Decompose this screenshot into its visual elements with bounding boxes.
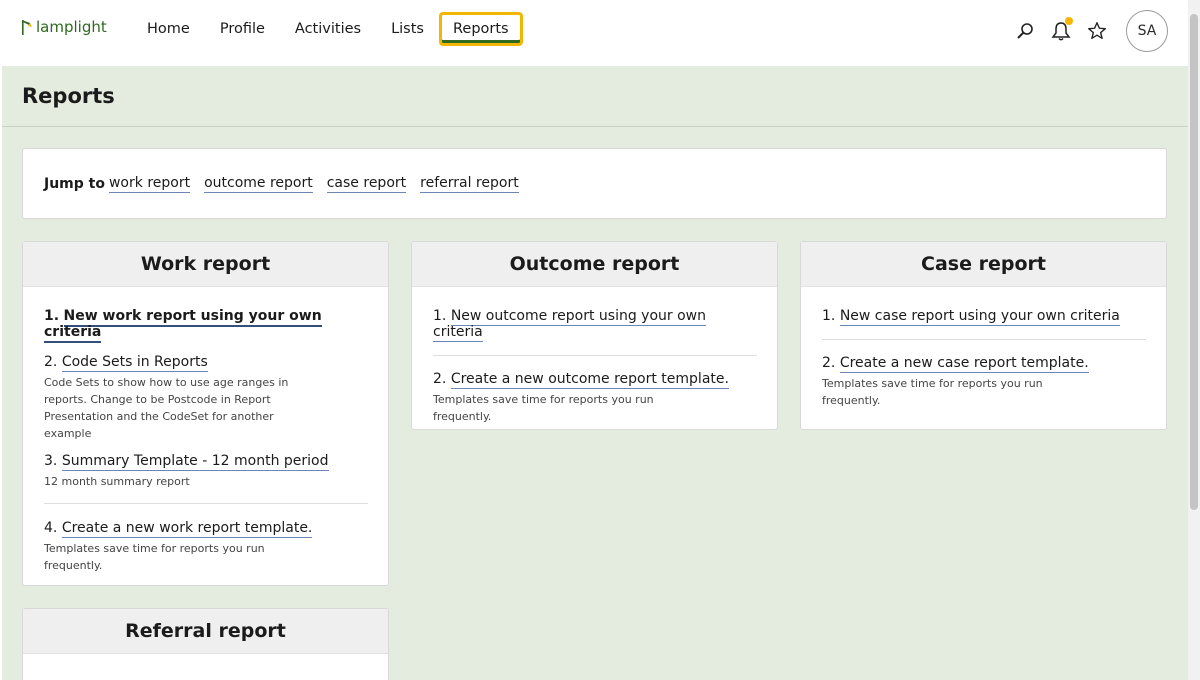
outcome-report-card: Outcome report 1. New outcome report usi… bbox=[411, 241, 778, 430]
create-case-template-link[interactable]: Create a new case report template. bbox=[839, 355, 1089, 373]
referral-report-title: Referral report bbox=[23, 609, 388, 654]
list-item: 2. Create a new outcome report template. bbox=[433, 371, 729, 389]
case-report-card: Case report 1. New case report using you… bbox=[800, 241, 1167, 430]
jump-link-case-report[interactable]: case report bbox=[326, 175, 407, 193]
case-template-description: Templates save time for reports you run … bbox=[822, 377, 1043, 407]
page-title: Reports bbox=[22, 84, 115, 108]
new-outcome-report-link[interactable]: New outcome report using your own criter… bbox=[433, 308, 706, 342]
jump-to-box: Jump to work report outcome report case … bbox=[22, 148, 1167, 219]
divider bbox=[433, 355, 757, 356]
jump-link-work-report[interactable]: work report bbox=[108, 175, 191, 193]
summary-template-description: 12 month summary report bbox=[44, 475, 190, 488]
new-work-report-link[interactable]: New work report using your own criteria bbox=[44, 308, 322, 343]
lamp-icon bbox=[22, 20, 32, 35]
list-item: 1. New case report using your own criter… bbox=[822, 308, 1120, 326]
nav-profile[interactable]: Profile bbox=[205, 12, 280, 46]
notification-dot bbox=[1065, 17, 1073, 25]
search-icon[interactable] bbox=[1014, 20, 1036, 42]
divider bbox=[44, 503, 368, 504]
outcome-report-title: Outcome report bbox=[412, 242, 777, 287]
code-sets-link[interactable]: Code Sets in Reports bbox=[61, 354, 208, 372]
list-item: 3. Summary Template - 12 month period bbox=[44, 453, 329, 471]
referral-report-card: Referral report bbox=[22, 608, 389, 680]
work-report-card: Work report 1. New work report using you… bbox=[22, 241, 389, 586]
main-content: Reports Jump to work report outcome repo… bbox=[2, 66, 1188, 680]
logo-text: lamplight bbox=[36, 18, 107, 36]
code-sets-description: Code Sets to show how to use age ranges … bbox=[44, 376, 289, 440]
list-item: 2. Code Sets in Reports bbox=[44, 354, 208, 372]
bell-icon[interactable] bbox=[1050, 17, 1073, 42]
list-item: 1. New outcome report using your own cri… bbox=[433, 308, 706, 342]
nav-home[interactable]: Home bbox=[132, 12, 205, 46]
user-avatar[interactable]: SA bbox=[1126, 10, 1168, 52]
main-nav: Home Profile Activities Lists Reports bbox=[132, 12, 523, 46]
case-report-title: Case report bbox=[801, 242, 1166, 287]
list-item: 1. New work report using your own criter… bbox=[44, 308, 368, 343]
jump-link-referral-report[interactable]: referral report bbox=[420, 175, 519, 193]
new-case-report-link[interactable]: New case report using your own criteria bbox=[839, 308, 1120, 326]
star-icon[interactable] bbox=[1086, 20, 1108, 42]
header-actions: SA bbox=[1014, 10, 1168, 52]
list-item: 4. Create a new work report template. bbox=[44, 520, 313, 538]
create-outcome-template-link[interactable]: Create a new outcome report template. bbox=[450, 371, 729, 389]
page-scrollbar[interactable] bbox=[1188, 0, 1200, 680]
nav-lists[interactable]: Lists bbox=[376, 12, 439, 46]
nav-activities[interactable]: Activities bbox=[280, 12, 376, 46]
lamplight-logo[interactable]: lamplight bbox=[20, 14, 107, 40]
top-navigation-bar: lamplight Home Profile Activities Lists … bbox=[0, 0, 1188, 66]
work-template-description: Templates save time for reports you run … bbox=[44, 542, 265, 572]
list-item: 2. Create a new case report template. bbox=[822, 355, 1089, 373]
jump-to-label: Jump to bbox=[44, 175, 105, 192]
nav-reports[interactable]: Reports bbox=[438, 12, 523, 46]
page-title-bar: Reports bbox=[2, 66, 1188, 127]
work-report-title: Work report bbox=[23, 242, 388, 287]
create-work-template-link[interactable]: Create a new work report template. bbox=[61, 520, 313, 538]
outcome-template-description: Templates save time for reports you run … bbox=[433, 393, 654, 423]
jump-link-outcome-report[interactable]: outcome report bbox=[204, 175, 313, 193]
summary-template-link[interactable]: Summary Template - 12 month period bbox=[61, 453, 329, 471]
divider bbox=[822, 339, 1146, 340]
scrollbar-thumb[interactable] bbox=[1190, 14, 1198, 510]
